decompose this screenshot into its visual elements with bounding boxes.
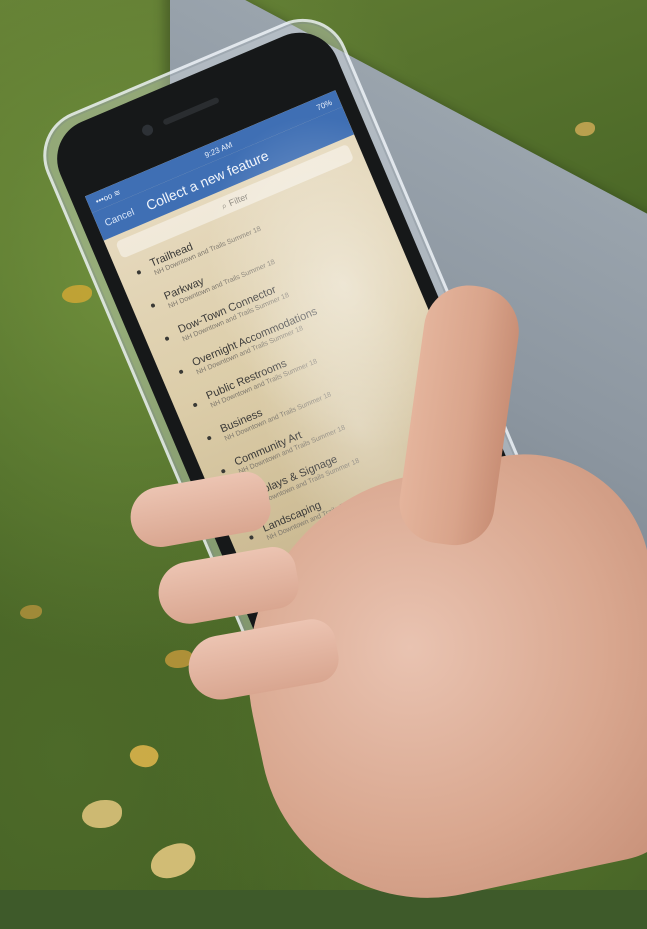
bullet [220,468,226,474]
bullet [178,369,184,375]
bullet [164,336,170,342]
front-camera [140,122,155,138]
filter-placeholder: Filter [227,191,250,209]
bullet [192,402,198,408]
bullet [262,567,269,574]
cancel-button[interactable]: Cancel [103,206,136,228]
search-icon: ⌕ [219,199,229,211]
bullet [206,435,212,441]
battery-level: 70% [314,97,334,112]
earpiece-speaker [162,96,220,126]
bullet [234,501,240,507]
bullet [150,302,156,309]
home-button[interactable] [370,564,442,636]
bullet [136,269,142,275]
bullet [248,534,255,541]
